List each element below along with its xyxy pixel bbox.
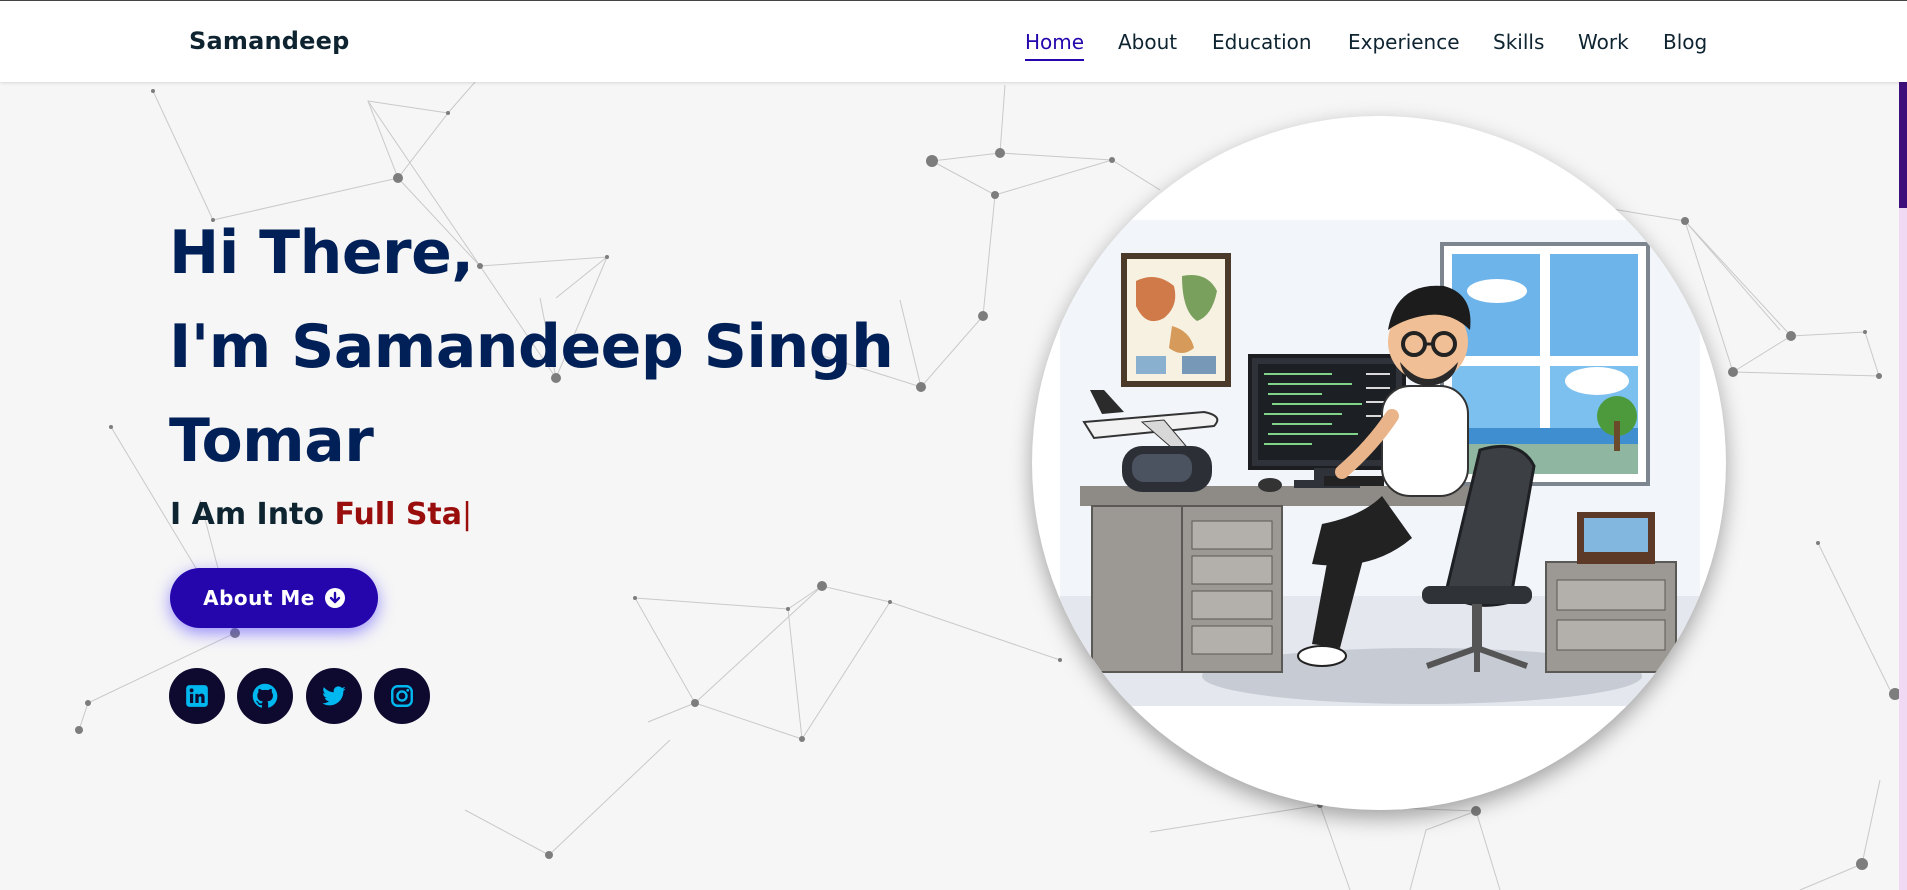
hero-heading: Hi There, I'm Samandeep Singh Tomar <box>169 206 894 488</box>
nav-experience[interactable]: Experience <box>1348 29 1460 55</box>
typed-role: Full Sta <box>334 497 463 532</box>
developer-desk-illustration <box>1060 220 1700 706</box>
nav-skills[interactable]: Skills <box>1493 29 1544 55</box>
typed-prefix: I Am Into <box>170 497 324 532</box>
window-top-border <box>0 0 1907 1</box>
instagram-icon <box>391 685 413 707</box>
nav-about[interactable]: About <box>1118 29 1177 55</box>
linkedin-button[interactable] <box>169 668 225 724</box>
twitter-button[interactable] <box>306 668 362 724</box>
navbar: Samandeep Home About Education Experienc… <box>0 1 1907 82</box>
typing-caret: | <box>462 497 473 532</box>
hero-name-line2: Tomar <box>169 406 374 476</box>
nav-blog[interactable]: Blog <box>1663 29 1707 55</box>
brand-logo[interactable]: Samandeep <box>189 27 349 55</box>
twitter-icon <box>322 686 346 706</box>
nav-home[interactable]: Home <box>1025 29 1085 61</box>
github-icon <box>252 683 278 708</box>
nav-work[interactable]: Work <box>1578 29 1629 55</box>
hero-name-line1: I'm Samandeep Singh <box>169 312 894 382</box>
typed-role-text: I Am Into Full Sta| <box>170 497 472 532</box>
profile-illustration <box>1032 116 1726 810</box>
nav-education[interactable]: Education <box>1212 29 1312 55</box>
arrow-circle-down-icon <box>324 588 345 608</box>
page-scrollbar[interactable] <box>1899 82 1907 890</box>
about-me-button[interactable]: About Me <box>170 568 378 628</box>
linkedin-icon <box>186 685 208 707</box>
hero-greeting: Hi There, <box>169 218 474 288</box>
scrollbar-thumb[interactable] <box>1899 82 1907 208</box>
about-me-label: About Me <box>203 586 315 610</box>
instagram-button[interactable] <box>374 668 430 724</box>
github-button[interactable] <box>237 668 293 724</box>
